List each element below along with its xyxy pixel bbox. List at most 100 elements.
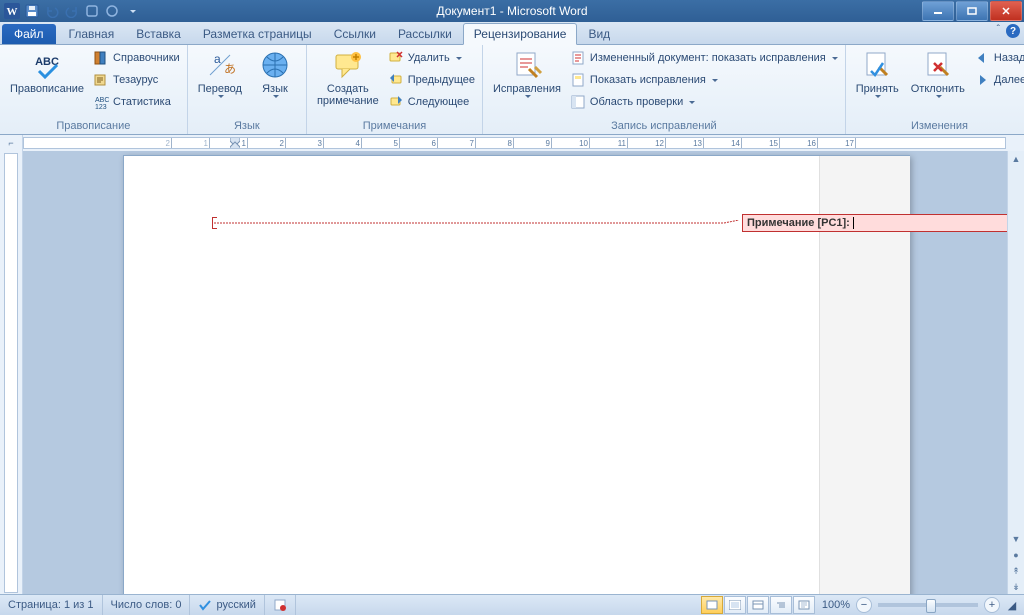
svg-text:a: a [214,52,221,66]
proofing-status[interactable]: русский [190,595,264,615]
next-page-icon[interactable]: ↡ [1008,579,1024,595]
zoom-out-button[interactable]: − [856,597,872,613]
prev-icon [388,72,404,88]
prev-page-icon[interactable]: ↟ [1008,563,1024,579]
book-icon [93,50,109,66]
word-count-status[interactable]: Число слов: 0 [103,595,191,615]
horizontal-ruler[interactable]: 21 12345 678910 1112131415 1617 [23,137,1006,149]
redo-icon[interactable] [64,3,80,19]
file-tab[interactable]: Файл [2,24,56,44]
qat-icon-2[interactable] [104,3,120,19]
reviewing-pane-dropdown[interactable]: Область проверки [567,91,841,113]
reject-button[interactable]: Отклонить [905,47,971,100]
vertical-ruler[interactable] [0,151,23,595]
macro-status[interactable] [265,595,296,615]
translate-icon: aあ [204,49,236,81]
title-bar: W Документ1 - Microsoft Word [0,0,1024,22]
thesaurus-button[interactable]: Тезаурус [90,69,183,91]
tab-mailings[interactable]: Рассылки [387,23,463,44]
scroll-down-icon[interactable]: ▼ [1008,531,1024,547]
research-button[interactable]: Справочники [90,47,183,69]
minimize-button[interactable] [922,1,954,21]
tab-layout[interactable]: Разметка страницы [192,23,323,44]
document-area[interactable]: Примечание [PC1]: [23,151,1007,595]
view-outline-button[interactable] [770,596,792,614]
zoom-slider[interactable] [878,603,978,607]
language-button[interactable]: Язык [248,47,302,100]
group-changes: Принять Отклонить Назад Далее Изменения [846,45,1024,134]
resize-grip-icon[interactable]: ◢ [1004,599,1020,612]
svg-text:あ: あ [224,62,236,76]
svg-text:ABC: ABC [95,97,109,104]
group-tracking: Исправления Измененный документ: показат… [483,45,846,134]
delete-comment-button[interactable]: Удалить [385,47,478,69]
window-controls [922,0,1024,22]
accept-button[interactable]: Принять [850,47,905,100]
display-for-review-dropdown[interactable]: Измененный документ: показать исправлени… [567,47,841,69]
comment-balloon[interactable]: Примечание [PC1]: [742,214,1007,232]
next-change-button[interactable]: Далее [971,69,1024,91]
spelling-button[interactable]: ABC Правописание [4,47,90,97]
globe-icon [259,49,291,81]
comment-connector-line [214,220,739,230]
wordcount-button[interactable]: ABC123Статистика [90,91,183,113]
status-bar: Страница: 1 из 1 Число слов: 0 русский 1… [0,594,1024,615]
object-browse-icon[interactable]: ● [1008,547,1024,563]
save-icon[interactable] [24,3,40,19]
scroll-up-icon[interactable]: ▲ [1008,151,1024,167]
tab-home[interactable]: Главная [58,23,126,44]
word-app-icon[interactable]: W [4,3,20,19]
qat-dropdown-icon[interactable] [124,3,140,19]
doc-icon [570,50,586,66]
spelling-icon: ABC [31,49,63,81]
vertical-scrollbar[interactable]: ▲ ▼ ● ↟ ↡ [1007,151,1024,595]
zoom-level[interactable]: 100% [822,599,850,611]
page-status[interactable]: Страница: 1 из 1 [0,595,103,615]
group-language: aあ Перевод Язык Язык [188,45,307,134]
reject-icon [922,49,954,81]
window-title: Документ1 - Microsoft Word [0,4,1024,18]
thesaurus-icon [93,72,109,88]
new-comment-button[interactable]: Создать примечание [311,47,385,109]
qat-icon[interactable] [84,3,100,19]
spelling-label: Правописание [10,83,84,95]
view-full-screen-button[interactable] [724,596,746,614]
indent-marker-icon[interactable] [230,137,240,149]
ribbon: ABC Правописание Справочники Тезаурус AB… [0,45,1024,135]
page[interactable]: Примечание [PC1]: [123,155,910,595]
prev-comment-button[interactable]: Предыдущее [385,69,478,91]
previous-change-button[interactable]: Назад [971,47,1024,69]
tab-references[interactable]: Ссылки [323,23,387,44]
delete-icon [388,50,404,66]
proofing-check-icon [198,598,212,612]
view-web-button[interactable] [747,596,769,614]
help-icon[interactable]: ? [1006,24,1020,38]
new-comment-icon [332,49,364,81]
tab-insert[interactable]: Вставка [125,23,192,44]
group-comments: Создать примечание Удалить Предыдущее Сл… [307,45,483,134]
arrow-right-icon [974,72,990,88]
close-button[interactable] [990,1,1022,21]
group-proofing: ABC Правописание Справочники Тезаурус AB… [0,45,188,134]
translate-button[interactable]: aあ Перевод [192,47,248,100]
ruler-corner[interactable]: ⌐ [0,135,23,151]
maximize-button[interactable] [956,1,988,21]
workspace: Примечание [PC1]: ▲ ▼ ● ↟ ↡ [0,151,1024,595]
markup-icon [570,72,586,88]
tab-review[interactable]: Рецензирование [463,23,578,45]
arrow-left-icon [974,50,990,66]
wordcount-icon: ABC123 [93,94,109,110]
ribbon-tabs: Файл Главная Вставка Разметка страницы С… [0,22,1024,45]
minimize-ribbon-icon[interactable]: ˆ [997,24,1000,38]
show-markup-dropdown[interactable]: Показать исправления [567,69,841,91]
tab-view[interactable]: Вид [577,23,621,44]
track-changes-icon [511,49,543,81]
undo-icon[interactable] [44,3,60,19]
next-comment-button[interactable]: Следующее [385,91,478,113]
view-draft-button[interactable] [793,596,815,614]
zoom-in-button[interactable]: + [984,597,1000,613]
track-changes-button[interactable]: Исправления [487,47,567,100]
quick-access-toolbar: W [0,3,140,19]
view-print-layout-button[interactable] [701,596,723,614]
next-icon [388,94,404,110]
